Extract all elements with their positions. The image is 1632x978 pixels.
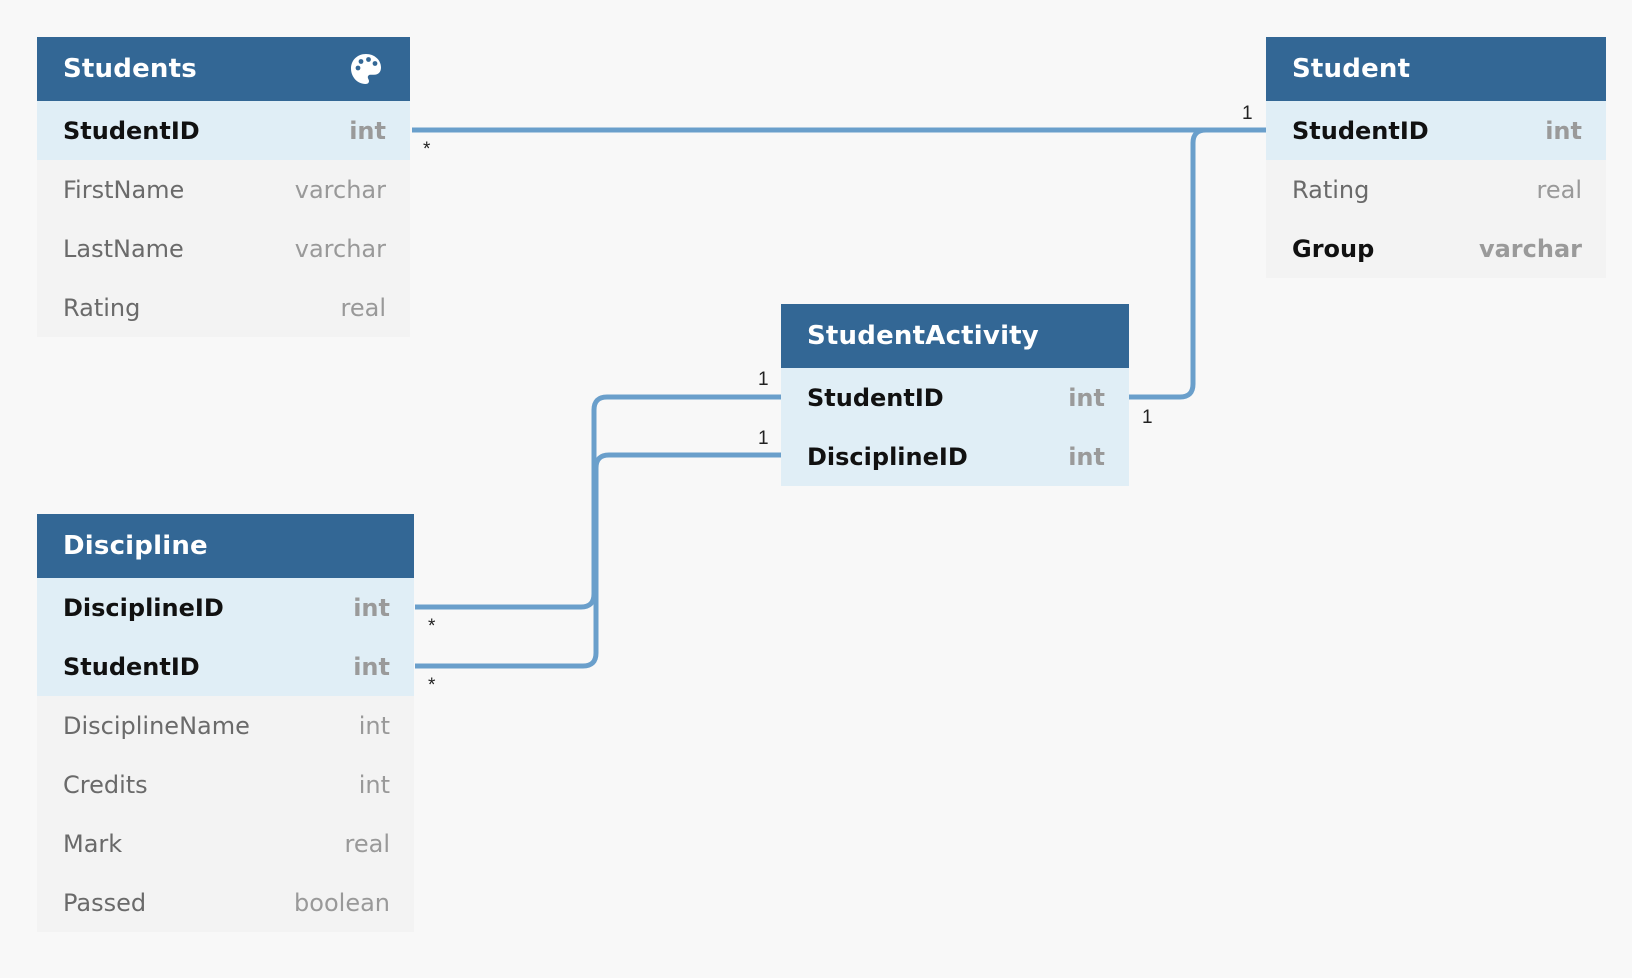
field-name: Passed (63, 888, 147, 917)
field-name: Rating (63, 293, 141, 322)
table-title: Discipline (63, 531, 208, 561)
field-name: Group (1292, 234, 1375, 263)
cardinality-label: 1 (1242, 103, 1253, 124)
field-type: int (358, 711, 390, 740)
diagram-canvas: * 1 1 1 1 * * Students StudentID int Fir… (0, 0, 1632, 978)
field-row[interactable]: StudentID int (37, 101, 410, 160)
field-name: StudentID (63, 116, 200, 145)
table-studentactivity[interactable]: StudentActivity StudentID int Discipline… (781, 304, 1129, 486)
field-type: real (344, 829, 390, 858)
field-row[interactable]: Rating real (1266, 160, 1606, 219)
field-row[interactable]: Passed boolean (37, 873, 414, 932)
field-row[interactable]: StudentID int (37, 637, 414, 696)
field-type: int (1068, 442, 1105, 471)
field-name: Rating (1292, 175, 1370, 204)
table-title: Student (1292, 54, 1411, 84)
table-header[interactable]: Discipline (37, 514, 414, 578)
relation-studentactivity-student[interactable] (1128, 127, 1266, 400)
field-row[interactable]: StudentID int (781, 368, 1129, 427)
field-type: boolean (294, 888, 390, 917)
field-type: real (340, 293, 386, 322)
field-row[interactable]: Credits int (37, 755, 414, 814)
field-type: int (358, 770, 390, 799)
field-name: Mark (63, 829, 123, 858)
table-header[interactable]: Students (37, 37, 410, 101)
field-name: DisciplineName (63, 711, 250, 740)
field-name: StudentID (63, 652, 200, 681)
field-row[interactable]: Mark real (37, 814, 414, 873)
field-name: LastName (63, 234, 184, 263)
field-type: int (1068, 383, 1105, 412)
field-type: varchar (1478, 234, 1582, 263)
table-title: Students (63, 54, 197, 84)
table-discipline[interactable]: Discipline DisciplineID int StudentID in… (37, 514, 414, 932)
table-students[interactable]: Students StudentID int FirstName varchar… (37, 37, 410, 337)
table-header[interactable]: Student (1266, 37, 1606, 101)
field-row[interactable]: LastName varchar (37, 219, 410, 278)
field-name: StudentID (807, 383, 944, 412)
field-row[interactable]: DisciplineID int (781, 427, 1129, 486)
field-row[interactable]: DisciplineName int (37, 696, 414, 755)
table-header[interactable]: StudentActivity (781, 304, 1129, 368)
field-row[interactable]: Rating real (37, 278, 410, 337)
field-type: int (1545, 116, 1582, 145)
field-name: FirstName (63, 175, 185, 204)
field-row[interactable]: StudentID int (1266, 101, 1606, 160)
field-row[interactable]: DisciplineID int (37, 578, 414, 637)
field-type: int (353, 593, 390, 622)
cardinality-label: 1 (1142, 407, 1153, 428)
palette-icon[interactable] (348, 51, 384, 87)
relation-discipline-studentactivity-2[interactable] (415, 452, 781, 669)
cardinality-label: * (428, 616, 436, 637)
cardinality-label: * (423, 139, 431, 160)
cardinality-label: 1 (758, 369, 769, 390)
cardinality-label: 1 (758, 428, 769, 449)
field-row[interactable]: Group varchar (1266, 219, 1606, 278)
table-student[interactable]: Student StudentID int Rating real Group … (1266, 37, 1606, 278)
field-row[interactable]: FirstName varchar (37, 160, 410, 219)
field-type: real (1536, 175, 1582, 204)
field-name: DisciplineID (807, 442, 968, 471)
field-name: DisciplineID (63, 593, 224, 622)
cardinality-label: * (428, 675, 436, 696)
field-type: varchar (294, 234, 386, 263)
field-name: Credits (63, 770, 148, 799)
table-title: StudentActivity (807, 321, 1039, 351)
field-type: int (349, 116, 386, 145)
field-type: int (353, 652, 390, 681)
field-name: StudentID (1292, 116, 1429, 145)
field-type: varchar (294, 175, 386, 204)
